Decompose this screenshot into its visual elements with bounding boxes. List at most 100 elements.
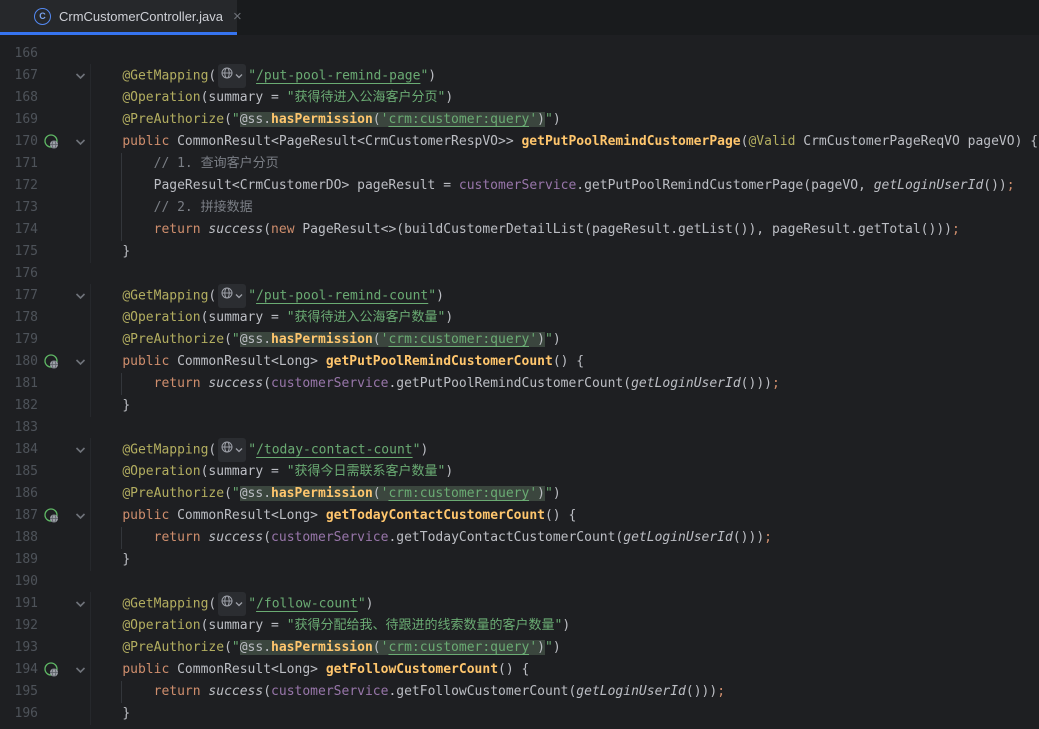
line-number[interactable]: 186 xyxy=(0,483,38,505)
line-number[interactable]: 185 xyxy=(0,461,38,483)
line-number[interactable]: 177 xyxy=(0,285,38,307)
code-token: ; xyxy=(764,530,772,545)
code-text[interactable]: @GetMapping("/put-pool-remind-count") xyxy=(90,284,1039,308)
code-text[interactable]: @GetMapping("/put-pool-remind-page") xyxy=(90,64,1039,88)
code-line-row: 177 @GetMapping("/put-pool-remind-count"… xyxy=(0,285,1039,307)
line-number[interactable]: 175 xyxy=(0,241,38,263)
code-token: ( xyxy=(208,289,216,304)
code-text[interactable]: @GetMapping("/today-contact-count") xyxy=(90,438,1039,462)
code-text[interactable]: public CommonResult<Long> getFollowCusto… xyxy=(90,659,1039,681)
line-number[interactable]: 188 xyxy=(0,527,38,549)
line-number[interactable]: 166 xyxy=(0,43,38,65)
code-text[interactable]: @GetMapping("/follow-count") xyxy=(90,592,1039,616)
code-text[interactable]: // 1. 查询客户分页 xyxy=(90,153,1039,175)
code-editor[interactable]: 166167 @GetMapping("/put-pool-remind-pag… xyxy=(0,35,1039,725)
line-number[interactable]: 190 xyxy=(0,571,38,593)
close-icon[interactable]: × xyxy=(233,9,242,24)
code-token: (summary = xyxy=(201,618,287,633)
code-token: @Operation xyxy=(122,464,200,479)
chevron-down-icon[interactable] xyxy=(72,512,88,520)
code-text[interactable]: return success(customerService.getPutPoo… xyxy=(90,373,1039,395)
code-text[interactable]: return success(new PageResult<>(buildCus… xyxy=(90,219,1039,241)
line-number[interactable]: 168 xyxy=(0,87,38,109)
code-text[interactable]: @PreAuthorize("@ss.hasPermission('crm:cu… xyxy=(90,637,1039,659)
chevron-down-icon[interactable] xyxy=(72,358,88,366)
chevron-down-icon[interactable] xyxy=(72,138,88,146)
code-text[interactable]: public CommonResult<PageResult<CrmCustom… xyxy=(90,131,1039,153)
code-token: // 2. 拼接数据 xyxy=(154,200,253,215)
line-number[interactable]: 169 xyxy=(0,109,38,131)
line-number[interactable]: 184 xyxy=(0,439,38,461)
line-number[interactable]: 179 xyxy=(0,329,38,351)
line-number[interactable]: 178 xyxy=(0,307,38,329)
tab-crmcustomercontroller[interactable]: C CrmCustomerController.java × xyxy=(0,0,237,35)
code-line-row: 166 xyxy=(0,43,1039,65)
line-number[interactable]: 191 xyxy=(0,593,38,615)
line-number[interactable]: 193 xyxy=(0,637,38,659)
line-number[interactable]: 195 xyxy=(0,681,38,703)
code-text[interactable]: @Operation(summary = "获得待进入公海客户分页") xyxy=(90,87,1039,109)
code-text[interactable]: // 2. 拼接数据 xyxy=(90,197,1039,219)
chevron-down-icon[interactable] xyxy=(72,666,88,674)
code-token: success xyxy=(208,222,263,237)
code-text[interactable]: } xyxy=(90,241,1039,263)
code-token: getPutPoolRemindCustomerPage xyxy=(521,134,740,149)
code-text[interactable]: @Operation(summary = "获得待进入公海客户数量") xyxy=(90,307,1039,329)
code-text[interactable]: public CommonResult<Long> getPutPoolRemi… xyxy=(90,351,1039,373)
code-token: ) xyxy=(537,640,545,655)
code-text[interactable]: @Operation(summary = "获得分配给我、待跟进的线索数量的客户… xyxy=(90,615,1039,637)
api-endpoint-globe-icon[interactable] xyxy=(42,662,62,678)
java-class-icon: C xyxy=(34,8,51,25)
code-line-row: 182 } xyxy=(0,395,1039,417)
code-token: @ss. xyxy=(240,332,271,347)
code-text[interactable]: PageResult<CrmCustomerDO> pageResult = c… xyxy=(90,175,1039,197)
url-navigation-inlay[interactable] xyxy=(218,592,246,616)
code-text[interactable]: @PreAuthorize("@ss.hasPermission('crm:cu… xyxy=(90,483,1039,505)
line-number[interactable]: 196 xyxy=(0,703,38,725)
line-number[interactable]: 172 xyxy=(0,175,38,197)
line-number[interactable]: 176 xyxy=(0,263,38,285)
line-number[interactable]: 189 xyxy=(0,549,38,571)
chevron-down-icon[interactable] xyxy=(72,292,88,300)
line-number[interactable]: 187 xyxy=(0,505,38,527)
code-text[interactable]: @Operation(summary = "获得今日需联系客户数量") xyxy=(90,461,1039,483)
url-navigation-inlay[interactable] xyxy=(218,284,246,308)
api-endpoint-globe-icon[interactable] xyxy=(42,354,62,370)
code-text[interactable]: return success(customerService.getTodayC… xyxy=(90,527,1039,549)
code-line-row: 176 xyxy=(0,263,1039,285)
api-endpoint-globe-icon[interactable] xyxy=(42,134,62,150)
code-token: "获得今日需联系客户数量" xyxy=(287,464,446,479)
code-token: getFollowCustomerCount xyxy=(326,662,498,677)
line-number[interactable]: 173 xyxy=(0,197,38,219)
code-token: ( xyxy=(208,443,216,458)
line-number[interactable]: 183 xyxy=(0,417,38,439)
chevron-down-icon[interactable] xyxy=(72,600,88,608)
url-navigation-inlay[interactable] xyxy=(218,438,246,462)
line-number[interactable]: 180 xyxy=(0,351,38,373)
code-text[interactable]: public CommonResult<Long> getTodayContac… xyxy=(90,505,1039,527)
line-number[interactable]: 194 xyxy=(0,659,38,681)
line-number[interactable]: 182 xyxy=(0,395,38,417)
code-text[interactable]: } xyxy=(90,549,1039,571)
code-text[interactable]: @PreAuthorize("@ss.hasPermission('crm:cu… xyxy=(90,329,1039,351)
code-line-row: 191 @GetMapping("/follow-count") xyxy=(0,593,1039,615)
code-text[interactable]: } xyxy=(90,703,1039,725)
code-text[interactable]: return success(customerService.getFollow… xyxy=(90,681,1039,703)
chevron-down-icon[interactable] xyxy=(72,446,88,454)
line-number[interactable]: 192 xyxy=(0,615,38,637)
code-token: crm:customer:query xyxy=(388,640,529,655)
chevron-down-icon[interactable] xyxy=(72,72,88,80)
code-line-row: 181 return success(customerService.getPu… xyxy=(0,373,1039,395)
line-number[interactable]: 181 xyxy=(0,373,38,395)
line-number[interactable]: 167 xyxy=(0,65,38,87)
code-text[interactable]: } xyxy=(90,395,1039,417)
url-navigation-inlay[interactable] xyxy=(218,64,246,88)
api-endpoint-globe-icon[interactable] xyxy=(42,508,62,524)
code-token: ( xyxy=(373,112,381,127)
line-number[interactable]: 170 xyxy=(0,131,38,153)
line-number[interactable]: 174 xyxy=(0,219,38,241)
code-token: "获得分配给我、待跟进的线索数量的客户数量" xyxy=(287,618,563,633)
code-text[interactable]: @PreAuthorize("@ss.hasPermission('crm:cu… xyxy=(90,109,1039,131)
line-number[interactable]: 171 xyxy=(0,153,38,175)
code-token: @PreAuthorize xyxy=(122,640,224,655)
